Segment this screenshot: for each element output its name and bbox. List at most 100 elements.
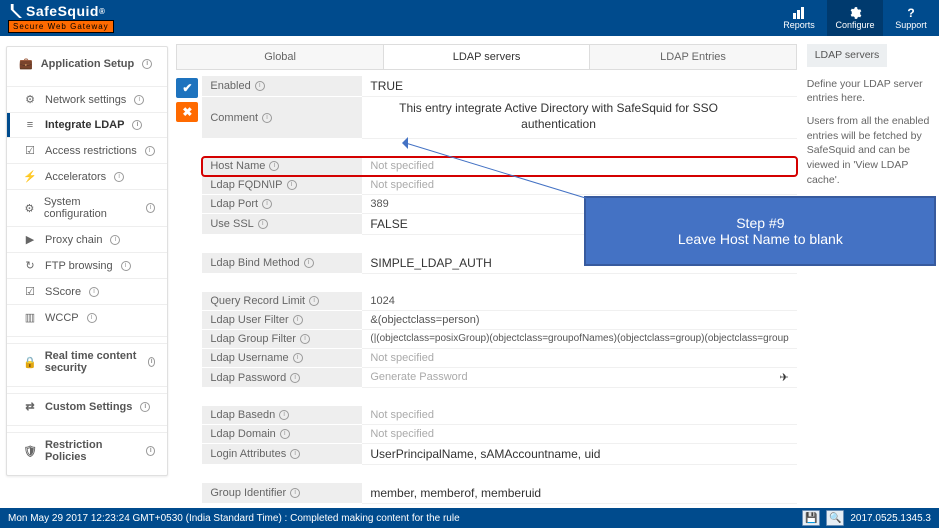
sidebar-item-integrate-ldap[interactable]: ≡Integrate LDAPi [7,112,167,137]
reports-label: Reports [783,20,815,30]
send-icon[interactable]: ✈ [780,371,789,384]
cancel-button[interactable]: ✖ [176,102,198,122]
label-query-record-limit: Query Record Limit [210,295,305,307]
info-icon: i [134,95,144,105]
brand-name: SafeSquid [26,3,99,19]
callout-text: Leave Host Name to blank [678,231,843,247]
confirm-button[interactable]: ✔ [176,78,198,98]
row-host-name[interactable]: Host NameiNot specified [202,157,796,176]
sidebar-item-sscore[interactable]: ☑SScorei [7,278,167,304]
row-ldap-user-filter[interactable]: Ldap User Filteri&(objectclass=person) [202,311,796,330]
sidebar-item-access-restrictions[interactable]: ☑Access restrictionsi [7,137,167,163]
row-query-record-limit[interactable]: Query Record Limit i 1024 [202,292,796,311]
sidebar: 💼 Application Setup i ⚙Network settingsi… [0,36,174,508]
callout-step-9: Step #9 Leave Host Name to blank [584,196,936,266]
value-ldap-password: Generate Password✈ [362,368,796,388]
reports-button[interactable]: Reports [771,0,827,36]
sidebar-item-ftp-browsing[interactable]: ↻FTP browsingi [7,252,167,278]
sidebar-card: 💼 Application Setup i ⚙Network settingsi… [6,46,168,476]
briefcase-icon: 💼 [19,57,33,70]
check-icon: ☑ [23,285,37,298]
label-ldap-bind-method: Ldap Bind Method [210,257,299,269]
value-login-attributes: UserPrincipalName, sAMAccountname, uid [362,444,796,465]
sidebar-item-network-settings[interactable]: ⚙Network settingsi [7,86,167,112]
info-icon: i [146,203,155,213]
info-icon: i [280,429,290,439]
sidebar-heading[interactable]: 💼 Application Setup i [7,47,167,80]
footer-bar: Mon May 29 2017 12:23:24 GMT+0530 (India… [0,508,939,528]
value-ldap-domain: Not specified [362,425,796,444]
info-icon: i [290,488,300,498]
label-login-attributes: Login Attributes [210,448,286,460]
value-group-identifier: member, memberof, memberuid [362,483,796,504]
list-icon: ≡ [23,119,37,131]
topbar-actions: Reports Configure ? Support [771,0,939,36]
info-icon: i [293,353,303,363]
ldap-form: ✔ ✖ EnablediTRUE CommentiThis entry inte… [176,76,796,504]
callout-title: Step #9 [736,215,784,231]
tab-ldap-servers[interactable]: LDAP servers [384,45,590,69]
gear-icon [848,6,862,20]
support-button[interactable]: ? Support [883,0,939,36]
value-ldap-user-filter: &(objectclass=person) [362,311,796,330]
info-icon: i [304,258,314,268]
tabs: Global LDAP servers LDAP Entries [176,44,796,70]
check-icon: ☑ [23,144,37,157]
row-enabled[interactable]: EnablediTRUE [202,76,796,97]
label-ldap-group-filter: Ldap Group Filter [210,333,296,345]
sidebar-item-label: Integrate LDAP [45,119,124,131]
sidebar-item-label: Real time content security [45,350,140,374]
row-ldap-password[interactable]: Ldap PasswordiGenerate Password✈ [202,368,796,388]
row-ldap-domain[interactable]: Ldap DomainiNot specified [202,425,796,444]
sidebar-item-restriction-policies[interactable]: 🛡Restriction Policiesi [7,432,167,469]
configure-button[interactable]: Configure [827,0,883,36]
gear-icon: ⚙ [23,93,37,106]
info-icon: i [114,172,124,182]
info-icon: i [290,449,300,459]
sidebar-item-accelerators[interactable]: ⚡Acceleratorsi [7,163,167,189]
sidebar-item-custom-settings[interactable]: ⇄Custom Settingsi [7,393,167,419]
sidebar-item-realtime-content-security[interactable]: 🔒Real time content securityi [7,343,167,380]
search-button[interactable]: 🔍 [826,510,844,526]
info-icon: i [87,313,97,323]
row-ldap-basedn[interactable]: Ldap BasedniNot specified [202,406,796,425]
tab-global[interactable]: Global [177,45,383,69]
info-icon: i [269,161,279,171]
row-comment[interactable]: CommentiThis entry integrate Active Dire… [202,97,796,139]
row-ldap-group-filter[interactable]: Ldap Group Filteri(|(objectclass=posixGr… [202,330,796,349]
label-ldap-port: Ldap Port [210,198,258,210]
sidebar-item-label: SScore [45,286,81,298]
label-ldap-user-filter: Ldap User Filter [210,314,288,326]
sidebar-heading-label: Application Setup [41,58,135,70]
save-button[interactable]: 💾 [802,510,820,526]
label-group-identifier: Group Identifier [210,487,286,499]
right-help-panel: LDAP servers Define your LDAP server ent… [803,36,939,508]
tab-ldap-entries[interactable]: LDAP Entries [590,45,795,69]
info-icon: i [309,296,319,306]
info-icon: i [142,59,152,69]
ldap-servers-button[interactable]: LDAP servers [807,44,888,67]
sidebar-item-label: System configuration [44,196,138,220]
info-icon: i [258,219,268,229]
help-text-2: Users from all the enabled entries will … [807,114,933,187]
callout-arrowhead-icon [396,137,408,149]
value-ldap-username: Not specified [362,349,796,368]
logo-text: SafeSquid ® [8,3,114,19]
label-enabled: Enabled [210,80,250,92]
info-icon: i [287,180,297,190]
value-query-record-limit: 1024 [362,292,796,311]
grid-icon: ▥ [23,311,37,324]
info-icon: i [300,334,310,344]
row-ldap-username[interactable]: Ldap UsernameiNot specified [202,349,796,368]
sidebar-item-wccp[interactable]: ▥WCCPi [7,304,167,330]
bar-chart-icon [792,6,806,20]
row-login-attributes[interactable]: Login Attributes i UserPrincipalName, sAMA… [202,444,796,465]
sidebar-item-proxy-chain[interactable]: ▶Proxy chaini [7,226,167,252]
bolt-icon: ⚡ [23,170,37,183]
value-enabled: TRUE [362,76,796,97]
row-group-identifier[interactable]: Group Identifier i member, memberof, membe… [202,483,796,504]
sidebar-item-label: FTP browsing [45,260,113,272]
info-icon: i [148,357,156,367]
sidebar-item-system-configuration[interactable]: ⚙System configurationi [7,189,167,226]
row-ldap-fqdn-ip[interactable]: Ldap FQDN\IPiNot specified [202,176,796,195]
